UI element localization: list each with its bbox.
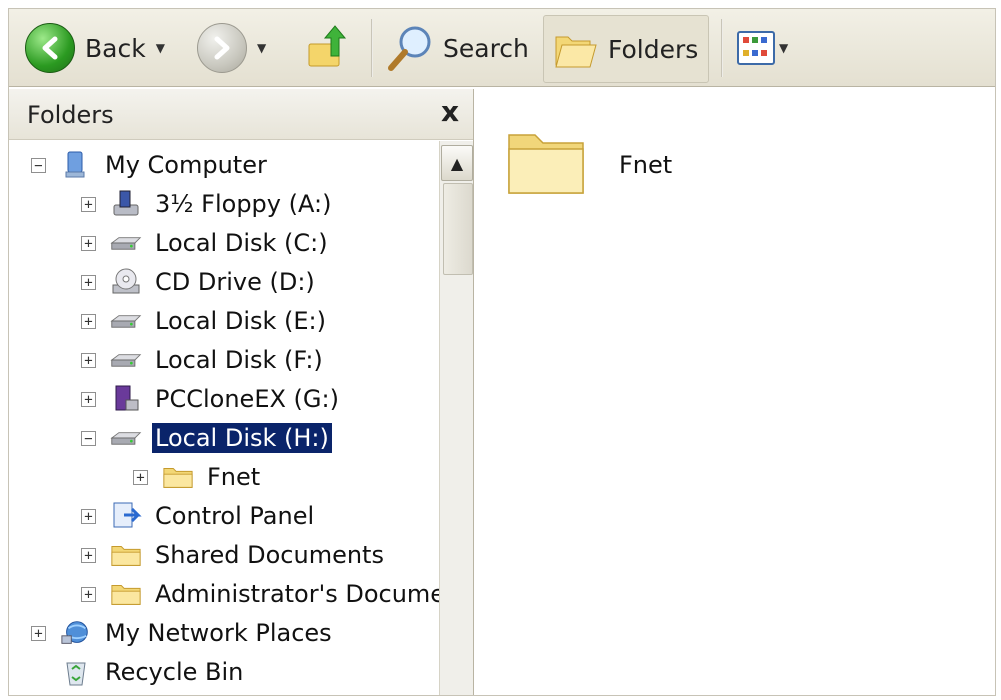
tree-item-label: Administrator's Documents xyxy=(155,580,474,608)
back-label: Back xyxy=(85,33,146,63)
close-icon[interactable]: x xyxy=(441,95,459,128)
tree-item-label: Shared Documents xyxy=(155,541,384,569)
forward-arrow-icon xyxy=(197,23,247,73)
up-folder-button[interactable] xyxy=(305,9,353,87)
expand-icon[interactable]: + xyxy=(81,391,96,407)
explorer-window: Back ▼ ▼ Search Folders ▼ Folders x − My… xyxy=(8,8,996,696)
back-button[interactable]: Back ▼ xyxy=(25,9,165,87)
computer-icon xyxy=(60,151,92,179)
back-arrow-icon xyxy=(25,23,75,73)
folders-pane-header: Folders x xyxy=(9,89,473,140)
folders-button[interactable]: Folders xyxy=(543,15,710,83)
folders-pane-title: Folders xyxy=(27,101,114,129)
folders-scrollbar[interactable]: ▲ xyxy=(439,141,473,695)
tree-item-control-panel[interactable]: + Control Panel xyxy=(81,498,317,534)
tree-item-pccloneex-g[interactable]: + PCCloneEX (G:) xyxy=(81,381,342,417)
views-dropdown-arrow-icon[interactable]: ▼ xyxy=(779,41,788,55)
tree-item-my-computer[interactable]: − My Computer xyxy=(31,147,270,183)
network-icon xyxy=(60,619,92,647)
tree-item-fnet[interactable]: + Fnet xyxy=(133,459,263,495)
hard-disk-icon xyxy=(110,346,142,374)
toolbar-separator xyxy=(371,19,373,77)
search-label: Search xyxy=(443,33,529,63)
back-dropdown-arrow-icon[interactable]: ▼ xyxy=(156,41,165,55)
tree-item-label-selected: Local Disk (H:) xyxy=(152,423,332,453)
up-folder-icon xyxy=(305,24,353,72)
folders-icon xyxy=(554,29,600,69)
tree-item-label: Control Panel xyxy=(155,502,315,530)
tree-item-local-disk-c[interactable]: + Local Disk (C:) xyxy=(81,225,331,261)
recycle-bin-icon xyxy=(60,658,92,686)
hard-disk-icon xyxy=(110,229,142,257)
views-icon xyxy=(737,31,775,65)
expand-icon[interactable]: + xyxy=(81,547,96,563)
tree-item-label: Recycle Bin xyxy=(105,658,244,686)
expand-icon[interactable]: + xyxy=(81,508,96,524)
tree-item-local-disk-h[interactable]: − Local Disk (H:) xyxy=(81,420,332,456)
file-item-fnet[interactable]: Fnet xyxy=(503,117,672,203)
hard-disk-icon xyxy=(110,424,142,452)
tree-item-label: Local Disk (E:) xyxy=(155,307,326,335)
tree-item-label: My Computer xyxy=(105,151,267,179)
views-button[interactable]: ▼ xyxy=(737,9,788,87)
folder-icon xyxy=(162,463,194,491)
floppy-drive-icon xyxy=(110,190,142,218)
expand-icon[interactable]: + xyxy=(81,196,96,212)
scroll-up-arrow-icon[interactable]: ▲ xyxy=(441,145,473,181)
cd-drive-icon xyxy=(110,268,142,296)
tree-item-label: Local Disk (C:) xyxy=(155,229,328,257)
folder-icon xyxy=(110,541,142,569)
forward-button[interactable]: ▼ xyxy=(197,9,266,87)
file-item-label: Fnet xyxy=(619,151,673,179)
expand-icon[interactable]: + xyxy=(81,274,96,290)
expand-icon[interactable]: + xyxy=(31,625,46,641)
tree-item-cd-drive-d[interactable]: + CD Drive (D:) xyxy=(81,264,318,300)
control-panel-icon xyxy=(110,502,142,530)
forward-dropdown-arrow-icon[interactable]: ▼ xyxy=(257,41,266,55)
expand-icon[interactable]: + xyxy=(81,235,96,251)
folder-icon xyxy=(503,117,589,203)
collapse-icon[interactable]: − xyxy=(31,157,46,173)
folder-tree: − My Computer + 3½ Floppy (A:) + Local D… xyxy=(9,141,473,695)
tree-item-administrators-documents[interactable]: + Administrator's Documents xyxy=(81,576,474,612)
scrollbar-thumb[interactable] xyxy=(443,183,473,275)
tree-item-recycle-bin[interactable]: Recycle Bin xyxy=(31,654,246,690)
expand-icon[interactable]: + xyxy=(133,469,148,485)
toolbar: Back ▼ ▼ Search Folders ▼ xyxy=(9,9,995,87)
tree-item-local-disk-f[interactable]: + Local Disk (F:) xyxy=(81,342,326,378)
tree-item-my-network-places[interactable]: + My Network Places xyxy=(31,615,335,651)
expand-icon[interactable]: + xyxy=(81,313,96,329)
content-pane: Fnet xyxy=(475,89,995,695)
tree-item-label: Local Disk (F:) xyxy=(155,346,323,374)
removable-drive-icon xyxy=(110,385,142,413)
tree-item-label: Fnet xyxy=(207,463,261,491)
tree-item-label: PCCloneEX (G:) xyxy=(155,385,339,413)
tree-item-label: 3½ Floppy (A:) xyxy=(155,190,332,218)
hard-disk-icon xyxy=(110,307,142,335)
tree-item-label: My Network Places xyxy=(105,619,332,647)
collapse-icon[interactable]: − xyxy=(81,430,96,446)
tree-item-shared-documents[interactable]: + Shared Documents xyxy=(81,537,387,573)
search-button[interactable]: Search xyxy=(385,9,529,87)
folder-icon xyxy=(110,580,142,608)
tree-item-label: CD Drive (D:) xyxy=(155,268,315,296)
search-icon xyxy=(385,22,437,74)
expand-icon[interactable]: + xyxy=(81,586,96,602)
toolbar-separator xyxy=(721,19,723,77)
expand-icon[interactable]: + xyxy=(81,352,96,368)
folders-label: Folders xyxy=(608,34,699,64)
tree-item-local-disk-e[interactable]: + Local Disk (E:) xyxy=(81,303,329,339)
tree-item-floppy-a[interactable]: + 3½ Floppy (A:) xyxy=(81,186,334,222)
folders-pane: Folders x − My Computer + 3½ Floppy (A:) xyxy=(9,89,474,695)
